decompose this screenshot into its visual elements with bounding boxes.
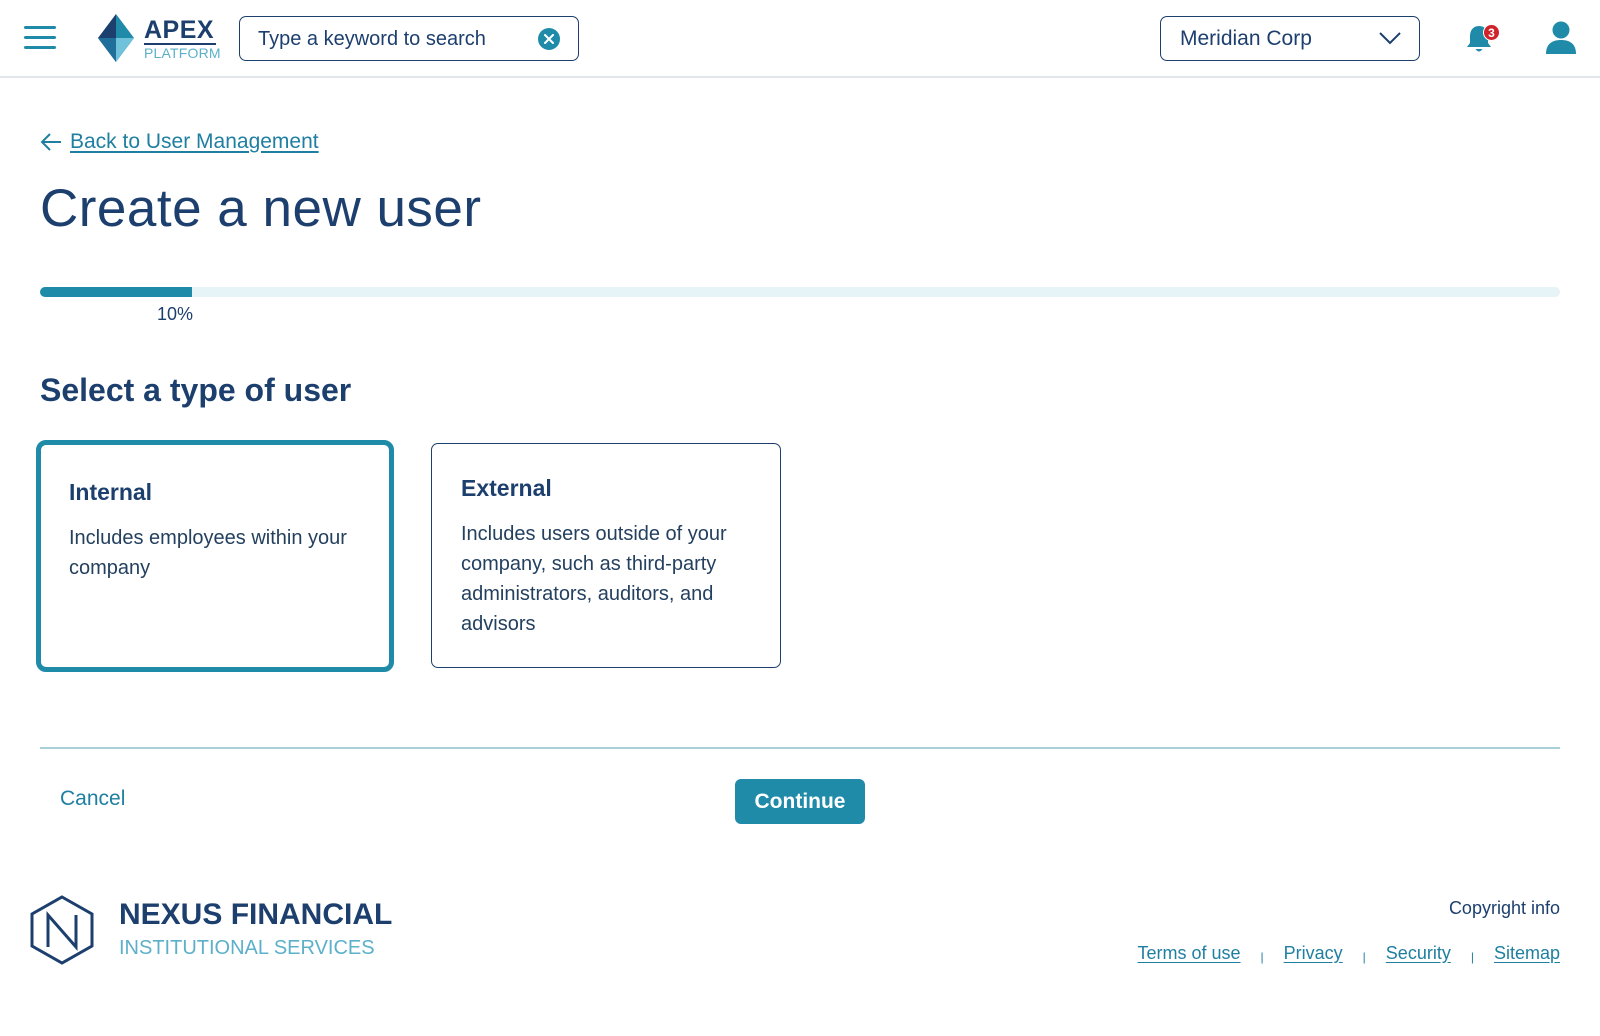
option-title: External xyxy=(461,475,552,501)
notification-count-badge: 3 xyxy=(1483,24,1500,41)
continue-button[interactable]: Continue xyxy=(735,779,865,824)
option-description: Includes users outside of your company, … xyxy=(461,523,727,635)
notifications-button[interactable]: 3 xyxy=(1466,22,1500,56)
user-type-option-internal[interactable]: Internal Includes employees within your … xyxy=(36,440,394,672)
footer-link-security[interactable]: Security xyxy=(1386,943,1451,964)
copyright-text: Copyright info xyxy=(1448,898,1560,918)
cancel-button[interactable]: Cancel xyxy=(60,787,125,811)
search-box xyxy=(239,16,579,61)
logo-title: APEX xyxy=(144,16,215,44)
footer-link-terms[interactable]: Terms of use xyxy=(1137,943,1240,964)
section-title: Select a type of user xyxy=(40,372,352,408)
user-type-option-external[interactable]: External Includes users outside of your … xyxy=(431,443,781,668)
search-input[interactable] xyxy=(258,25,528,53)
footer-brand-subtitle: INSTITUTIONAL SERVICES xyxy=(119,937,375,959)
user-icon[interactable] xyxy=(1545,20,1577,56)
clear-search-icon[interactable] xyxy=(538,28,560,50)
footer-links: Terms of use | Privacy | Security | Site… xyxy=(1137,942,1560,965)
hamburger-menu-icon[interactable] xyxy=(24,26,56,50)
option-description: Includes employees within your company xyxy=(69,527,347,579)
footer-link-sitemap[interactable]: Sitemap xyxy=(1494,943,1560,964)
organization-selected-value: Meridian Corp xyxy=(1180,27,1312,50)
link-separator: | xyxy=(1362,950,1366,964)
logo-subtitle: PLATFORM xyxy=(144,45,221,61)
back-link-label: Back to User Management xyxy=(70,130,319,153)
progress-label: 10% xyxy=(157,304,194,324)
nexus-logo-icon xyxy=(30,895,94,965)
apex-platform-logo[interactable]: APEX PLATFORM xyxy=(98,14,228,64)
top-header: APEX PLATFORM Meridian Corp 3 xyxy=(0,0,1600,78)
actions-divider xyxy=(40,747,1560,749)
option-title: Internal xyxy=(69,479,153,505)
progress-bar xyxy=(40,287,1560,297)
footer-brand-name: NEXUS FINANCIAL xyxy=(119,898,393,931)
progress-bar-fill xyxy=(40,287,192,297)
arrow-left-icon xyxy=(40,133,61,151)
footer-link-privacy[interactable]: Privacy xyxy=(1284,943,1343,964)
diamond-logo-icon xyxy=(98,14,134,62)
chevron-down-icon xyxy=(1379,32,1401,45)
organization-select[interactable]: Meridian Corp xyxy=(1160,16,1420,61)
link-separator: | xyxy=(1260,950,1264,964)
page-title: Create a new user xyxy=(40,179,482,238)
link-separator: | xyxy=(1470,950,1474,964)
